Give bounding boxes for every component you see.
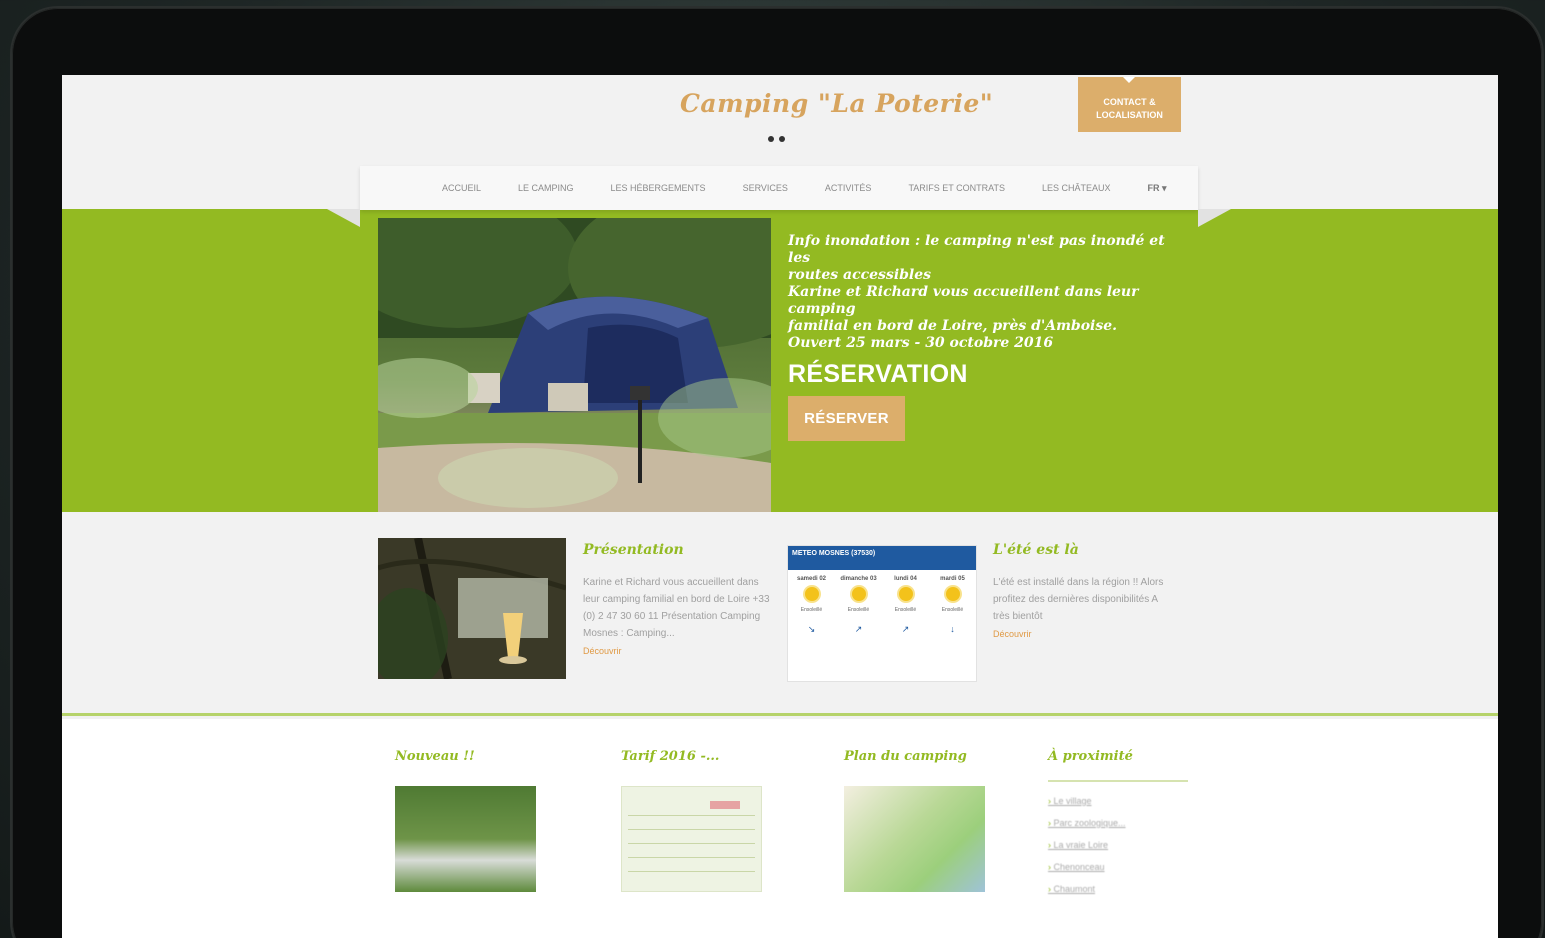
weather-condition: Ensoleillé [847, 607, 870, 613]
tent-illustration [378, 218, 771, 512]
proximite-card: À proximité Le village Parc zoologique..… [1048, 749, 1188, 900]
weather-day: samedi 02 Ensoleillé ↘ [788, 570, 835, 634]
tarif-title[interactable]: Tarif 2016 -... [621, 749, 762, 764]
ete-text: L'été est installé dans la région !! Alo… [993, 577, 1164, 622]
nav-item-chateaux[interactable]: LES CHÂTEAUX [1042, 183, 1111, 193]
ete-card: L'été est là L'été est installé dans la … [993, 542, 1168, 639]
site-logo[interactable]: Camping "La Poterie" [680, 89, 993, 118]
tarif-row [628, 829, 755, 830]
weather-day: dimanche 03 Ensoleillé ↗ [835, 570, 882, 634]
feature-section: Présentation Karine et Richard vous accu… [62, 512, 1498, 716]
dot-icon [768, 136, 774, 142]
nav-item-le-camping[interactable]: LE CAMPING [518, 183, 574, 193]
nav-item-accueil[interactable]: ACCUEIL [442, 183, 481, 193]
weather-header: METEO MOSNES (37530) [788, 546, 976, 570]
weather-day-label: dimanche 03 [840, 576, 877, 582]
presentation-card: Présentation Karine et Richard vous accu… [583, 542, 778, 656]
weather-condition: Ensoleillé [894, 607, 917, 613]
hero-info-line: Karine et Richard vous accueillent dans … [788, 284, 1139, 317]
nav-item-activites[interactable]: ACTIVITÉS [825, 183, 872, 193]
nouveau-thumbnail[interactable] [395, 786, 536, 892]
hero-info-line: routes accessibles [788, 267, 932, 283]
contact-location-button[interactable]: CONTACT & LOCALISATION [1078, 77, 1181, 132]
tarif-row [628, 871, 755, 872]
sun-icon [851, 587, 866, 601]
proximite-title: À proximité [1048, 749, 1133, 764]
sun-icon [898, 587, 913, 601]
sun-icon [804, 587, 819, 601]
proximite-link[interactable]: Chenonceau [1048, 856, 1188, 878]
tarif-highlight [710, 801, 740, 809]
tarif-thumbnail[interactable] [621, 786, 762, 892]
sun-icon [945, 587, 960, 601]
contact-location-label: CONTACT & LOCALISATION [1096, 97, 1163, 120]
proximite-link[interactable]: Parc zoologique... [1048, 812, 1188, 834]
proximite-list: Le village Parc zoologique... La vraie L… [1048, 780, 1188, 900]
tarif-row [628, 843, 755, 844]
wind-arrow-icon: ↓ [950, 624, 955, 634]
presentation-title[interactable]: Présentation [583, 542, 778, 558]
hero-banner: Info inondation : le camping n'est pas i… [62, 209, 1498, 512]
wind-arrow-icon: ↗ [901, 624, 910, 634]
plan-title[interactable]: Plan du camping [844, 749, 985, 764]
language-selector[interactable]: FR ▾ [1147, 183, 1166, 194]
notch-icon [1123, 77, 1135, 83]
nav-item-services[interactable]: SERVICES [743, 183, 788, 193]
nav-item-hebergements[interactable]: LES HÉBERGEMENTS [611, 183, 706, 193]
weather-widget[interactable]: METEO MOSNES (37530) samedi 02 Ensoleill… [787, 545, 977, 682]
garden-illustration [378, 538, 566, 679]
bottom-section: Nouveau !! Tarif 2016 -... Plan du campi… [62, 719, 1498, 938]
weather-day: lundi 04 Ensoleillé ↗ [882, 570, 929, 634]
weather-days: samedi 02 Ensoleillé ↘ dimanche 03 Ensol… [788, 570, 976, 634]
presentation-text: Karine et Richard vous accueillent dans … [583, 577, 770, 639]
presentation-more-link[interactable]: Découvrir [583, 646, 778, 656]
tarif-card: Tarif 2016 -... [621, 749, 762, 892]
hero-info-line: familial en bord de Loire, près d'Ambois… [788, 318, 1118, 334]
weather-day-label: mardi 05 [940, 576, 965, 582]
hero-tent-photo[interactable] [378, 218, 771, 512]
weather-day: mardi 05 Ensoleillé ↓ [929, 570, 976, 634]
ete-more-link[interactable]: Découvrir [993, 629, 1168, 639]
presentation-photo[interactable] [378, 538, 566, 679]
tarif-row [628, 815, 755, 816]
reserve-button[interactable]: RÉSERVER [788, 396, 905, 441]
hero-info-line: Info inondation : le camping n'est pas i… [788, 233, 1165, 266]
plan-thumbnail[interactable] [844, 786, 985, 892]
ribbon-fold-right [1198, 209, 1231, 227]
nouveau-card: Nouveau !! [395, 749, 536, 892]
proximite-link[interactable]: Le village [1048, 790, 1188, 812]
plan-card: Plan du camping [844, 749, 985, 892]
hero-info-line: Ouvert 25 mars - 30 octobre 2016 [788, 335, 1054, 351]
proximite-link[interactable]: La vraie Loire [1048, 834, 1188, 856]
header-dots [768, 136, 785, 142]
hero-text-block: Info inondation : le camping n'est pas i… [788, 233, 1168, 389]
wind-arrow-icon: ↗ [854, 624, 863, 634]
main-nav: ACCUEIL LE CAMPING LES HÉBERGEMENTS SERV… [360, 166, 1198, 210]
weather-day-label: samedi 02 [796, 576, 827, 582]
nouveau-title[interactable]: Nouveau !! [395, 749, 536, 764]
wind-arrow-icon: ↘ [807, 624, 816, 634]
browser-screen: Camping "La Poterie" CONTACT & LOCALISAT… [62, 75, 1498, 938]
ribbon-fold-left [327, 209, 360, 227]
tarif-row [628, 857, 755, 858]
weather-condition: Ensoleillé [800, 607, 823, 613]
proximite-link[interactable]: Chaumont [1048, 878, 1188, 900]
weather-location: METEO MOSNES (37530) [792, 550, 876, 557]
dot-icon [779, 136, 785, 142]
nav-item-tarifs[interactable]: TARIFS ET CONTRATS [908, 183, 1005, 193]
weather-condition: Ensoleillé [941, 607, 964, 613]
reservation-heading: RÉSERVATION [788, 360, 968, 388]
weather-day-label: lundi 04 [894, 576, 917, 582]
ete-title[interactable]: L'été est là [993, 542, 1168, 558]
